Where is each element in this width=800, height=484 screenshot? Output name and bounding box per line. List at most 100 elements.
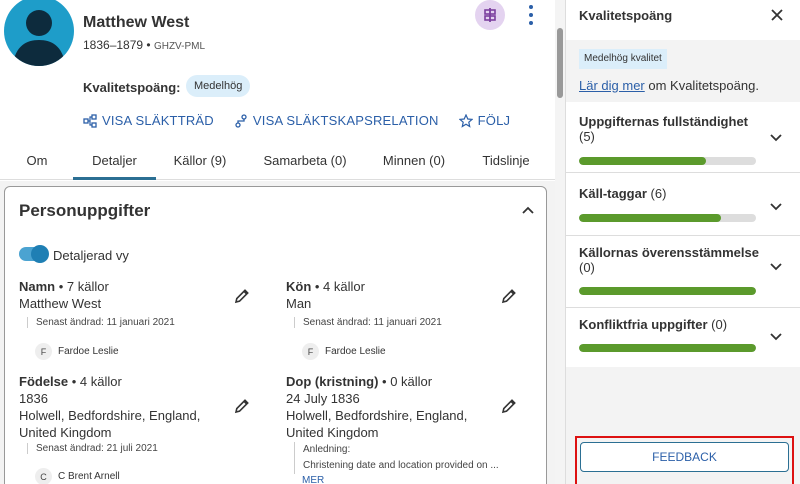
section-consistency-count: (0)	[579, 260, 595, 275]
person-id: GHZV-PML	[153, 41, 206, 52]
view-relationship-link[interactable]: VISA SLÄKTSKAPSRELATION	[234, 113, 439, 128]
gender-field-label: Kön	[286, 279, 312, 294]
relationship-icon	[235, 113, 247, 128]
tab-about[interactable]: Om	[14, 145, 60, 180]
tab-collaborate[interactable]: Samarbeta (0)	[256, 145, 354, 180]
section-completeness-title: Uppgifternas fullständighet (5)	[579, 114, 759, 144]
learn-more-text: Lär dig mer om Kvalitetspoäng.	[579, 78, 759, 93]
conflict-free-bar-fill	[579, 344, 756, 352]
christening-date: 24 July 1836	[286, 391, 360, 406]
reason-label: Anledning:	[303, 444, 351, 455]
chevron-down-icon[interactable]	[769, 200, 783, 214]
gender-field-count: • 4 källor	[311, 279, 365, 294]
section-conflict-free[interactable]: Konfliktfria uppgifter (0)	[566, 308, 800, 367]
gender-modified: Senast ändrad: 11 januari 2021	[294, 317, 442, 328]
section-consistency-label: Källornas överensstämmelse	[579, 245, 759, 260]
learn-more-link[interactable]: Lär dig mer	[579, 78, 645, 93]
completeness-bar-fill	[579, 157, 707, 165]
birth-contributor[interactable]: C C Brent Arnell	[35, 468, 120, 484]
section-conflict-title: Konfliktfria uppgifter (0)	[579, 317, 759, 332]
birth-field-count: • 4 källor	[68, 374, 122, 389]
view-tree-link[interactable]: VISA SLÄKTTRÄD	[83, 113, 214, 128]
birth-field: Födelse • 4 källor 1836 Holwell, Bedford…	[19, 374, 229, 441]
gender-field: Kön • 4 källor Man	[286, 279, 496, 312]
tab-timeline[interactable]: Tidslinje	[475, 145, 537, 180]
name-field-count: • 7 källor	[55, 279, 109, 294]
person-details-pane: Matthew West 1836–1879 • GHZV-PML Kvalit…	[0, 0, 565, 484]
view-relationship-label: VISA SLÄKTSKAPSRELATION	[252, 113, 439, 128]
section-source-tags[interactable]: Käll-taggar (6)	[566, 173, 800, 236]
name-contributor[interactable]: F Fardoe Leslie	[35, 343, 119, 360]
quality-score-badge[interactable]: Medelhög	[186, 75, 251, 97]
christening-reason: Anledning: Christening date and location…	[294, 442, 499, 474]
section-source-tags-count: (6)	[646, 186, 667, 201]
tab-memories[interactable]: Minnen (0)	[376, 145, 452, 180]
scrollbar[interactable]	[555, 0, 565, 484]
contributor-initial: F	[35, 343, 52, 360]
detailed-view-label: Detaljerad vy	[53, 248, 129, 263]
birth-date: 1836	[19, 391, 48, 406]
chevron-up-icon[interactable]	[521, 203, 535, 217]
section-source-tags-label: Käll-taggar	[579, 186, 647, 201]
section-source-consistency[interactable]: Källornas överensstämmelse (0)	[566, 236, 800, 308]
quality-score-panel: Kvalitetspoäng Medelhög kvalitet Lär dig…	[565, 0, 800, 484]
edit-birth-pencil-icon[interactable]	[233, 397, 251, 415]
scrollbar-thumb[interactable]	[557, 28, 563, 98]
vitals-card: Personuppgifter Detaljerad vy Namn • 7 k…	[4, 186, 547, 484]
source-tags-bar	[579, 214, 756, 222]
research-help-button[interactable]	[475, 0, 505, 30]
edit-christening-pencil-icon[interactable]	[500, 397, 518, 415]
edit-gender-pencil-icon[interactable]	[500, 287, 518, 305]
contributor-name: Fardoe Leslie	[325, 346, 386, 357]
panel-title: Kvalitetspoäng	[579, 8, 673, 23]
follow-link[interactable]: FÖLJ	[458, 113, 511, 128]
person-actions: VISA SLÄKTTRÄD VISA SLÄKTSKAPSRELATION F…	[83, 113, 510, 128]
contributor-initial: C	[35, 468, 52, 484]
chevron-down-icon[interactable]	[769, 330, 783, 344]
contributor-initial: F	[302, 343, 319, 360]
consistency-bar	[579, 287, 756, 295]
christening-field-label: Dop (kristning)	[286, 374, 379, 389]
christening-place-line2: United Kingdom	[286, 425, 379, 440]
person-name: Matthew West	[83, 14, 190, 31]
more-link[interactable]: MER	[302, 475, 324, 484]
quality-score-label: Kvalitetspoäng:	[83, 80, 181, 95]
quality-level-badge: Medelhög kvalitet	[579, 49, 667, 69]
birth-place-line1: Holwell, Bedfordshire, England,	[19, 408, 201, 423]
name-field: Namn • 7 källor Matthew West	[19, 279, 239, 312]
section-completeness[interactable]: Uppgifternas fullständighet (5)	[566, 102, 800, 173]
chevron-down-icon[interactable]	[769, 260, 783, 274]
follow-label: FÖLJ	[477, 113, 511, 128]
chevron-down-icon[interactable]	[769, 131, 783, 145]
close-icon[interactable]	[769, 7, 785, 23]
tab-details[interactable]: Detaljer	[73, 145, 156, 180]
section-completeness-label: Uppgifternas fullständighet	[579, 114, 748, 129]
person-lifespan: 1836–1879 • GHZV-PML	[83, 38, 205, 52]
lifespan-text: 1836–1879 •	[83, 38, 151, 52]
christening-field-count: • 0 källor	[378, 374, 433, 389]
section-source-tags-title: Käll-taggar (6)	[579, 186, 759, 201]
card-title: Personuppgifter	[19, 201, 151, 220]
view-tree-label: VISA SLÄKTTRÄD	[102, 113, 214, 128]
tab-sources[interactable]: Källor (9)	[168, 145, 232, 180]
section-conflict-count: (0)	[707, 317, 728, 332]
more-options-icon[interactable]	[523, 5, 539, 25]
consistency-bar-fill	[579, 287, 756, 295]
feedback-button[interactable]: FEEDBACK	[580, 442, 789, 472]
edit-name-pencil-icon[interactable]	[233, 287, 251, 305]
learn-more-rest: om Kvalitetspoäng.	[644, 78, 759, 93]
tree-icon	[83, 113, 97, 128]
contributor-name: Fardoe Leslie	[58, 346, 119, 357]
detailed-view-toggle[interactable]	[19, 245, 49, 263]
christening-field: Dop (kristning) • 0 källor 24 July 1836 …	[286, 374, 501, 441]
section-conflict-label: Konfliktfria uppgifter	[579, 317, 708, 332]
name-field-value: Matthew West	[19, 296, 102, 311]
contributor-name: C Brent Arnell	[58, 471, 120, 482]
research-help-icon	[484, 8, 496, 22]
gender-contributor[interactable]: F Fardoe Leslie	[302, 343, 386, 360]
section-consistency-title: Källornas överensstämmelse (0)	[579, 245, 759, 275]
feedback-highlight: FEEDBACK	[575, 436, 794, 484]
source-tags-bar-fill	[579, 214, 721, 222]
conflict-free-bar	[579, 344, 756, 352]
tab-bar: Om Detaljer Källor (9) Samarbeta (0) Min…	[0, 145, 555, 180]
